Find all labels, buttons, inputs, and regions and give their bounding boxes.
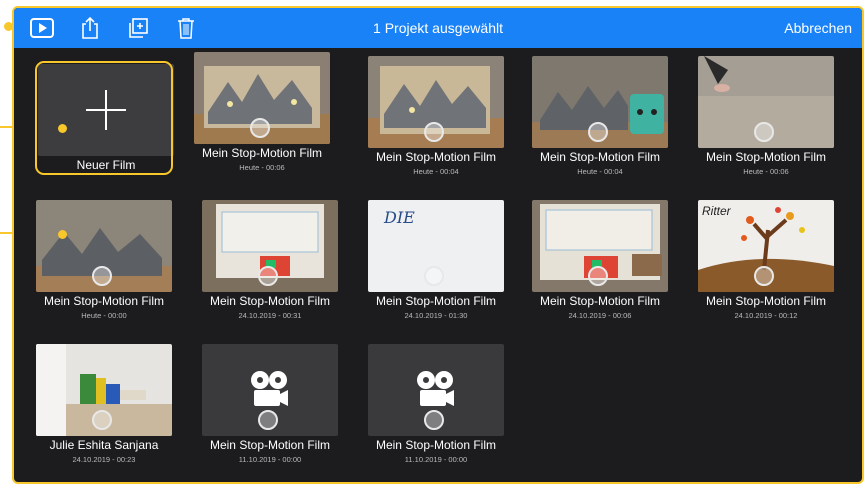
- project-title: Mein Stop-Motion Film: [201, 146, 323, 160]
- selection-radio[interactable]: [92, 410, 112, 430]
- project-meta: Heute - 00:00: [81, 311, 127, 320]
- project-title: Mein Stop-Motion Film: [375, 438, 497, 452]
- thumbnail-handwriting: Ritter: [702, 204, 731, 218]
- project-title: Mein Stop-Motion Film: [209, 438, 331, 452]
- cancel-button[interactable]: Abbrechen: [784, 20, 852, 36]
- project-title: Mein Stop-Motion Film: [705, 150, 827, 164]
- project-title: Mein Stop-Motion Film: [705, 294, 827, 308]
- project-thumbnail: Ritter: [698, 200, 834, 292]
- toolbar: 1 Projekt ausgewählt Abbrechen: [14, 8, 862, 48]
- project-meta: 24.10.2019 - 00:12: [734, 311, 798, 320]
- selection-radio[interactable]: [424, 266, 444, 286]
- project-grid: Neuer Film Mein Stop-Motion Film Heute -…: [14, 48, 862, 482]
- selection-radio[interactable]: [424, 122, 444, 142]
- project-meta: 24.10.2019 - 00:31: [238, 311, 302, 320]
- project-thumbnail: [36, 344, 172, 436]
- project-thumbnail: [36, 200, 172, 292]
- app-window: 1 Projekt ausgewählt Abbrechen Neuer Fil…: [12, 6, 864, 484]
- selection-radio[interactable]: [588, 266, 608, 286]
- project-thumbnail: [194, 52, 330, 144]
- project-meta: Heute - 00:04: [577, 167, 623, 176]
- project-title: Mein Stop-Motion Film: [539, 150, 661, 164]
- project-thumbnail: [368, 56, 504, 148]
- project-meta: 24.10.2019 - 01:30: [404, 311, 468, 320]
- project-thumbnail: [202, 344, 338, 436]
- project-thumbnail: [532, 200, 668, 292]
- thumbnail-handwriting: DIE: [384, 208, 415, 227]
- project-thumbnail: [368, 344, 504, 436]
- project-meta: 11.10.2019 - 00:00: [404, 455, 468, 464]
- highlight-dot-project: [58, 230, 67, 239]
- selection-radio[interactable]: [258, 266, 278, 286]
- project-meta: 24.10.2019 - 00:23: [72, 455, 136, 464]
- selection-radio[interactable]: [258, 410, 278, 430]
- selection-radio[interactable]: [754, 122, 774, 142]
- selection-radio[interactable]: [424, 410, 444, 430]
- selection-radio[interactable]: [754, 266, 774, 286]
- project-title: Mein Stop-Motion Film: [43, 294, 165, 308]
- project-thumbnail: [698, 56, 834, 148]
- project-thumbnail: [202, 200, 338, 292]
- project-thumbnail: DIE: [368, 200, 504, 292]
- selection-radio[interactable]: [250, 118, 270, 138]
- project-meta: Heute - 00:06: [239, 163, 285, 172]
- project-meta: Heute - 00:06: [743, 167, 789, 176]
- project-title: Mein Stop-Motion Film: [539, 294, 661, 308]
- project-meta: 24.10.2019 - 00:06: [568, 311, 632, 320]
- project-title: Mein Stop-Motion Film: [375, 294, 497, 308]
- project-meta: 11.10.2019 - 00:00: [238, 455, 302, 464]
- project-title: Mein Stop-Motion Film: [209, 294, 331, 308]
- project-title: Julie Eshita Sanjana: [49, 438, 159, 452]
- highlight-dot-new-film: [58, 124, 67, 133]
- selection-radio[interactable]: [588, 122, 608, 142]
- selection-highlight: [35, 61, 173, 175]
- page-title: 1 Projekt ausgewählt: [373, 20, 503, 36]
- project-meta: Heute - 00:04: [413, 167, 459, 176]
- project-thumbnail: [532, 56, 668, 148]
- project-title: Mein Stop-Motion Film: [375, 150, 497, 164]
- selection-radio[interactable]: [92, 266, 112, 286]
